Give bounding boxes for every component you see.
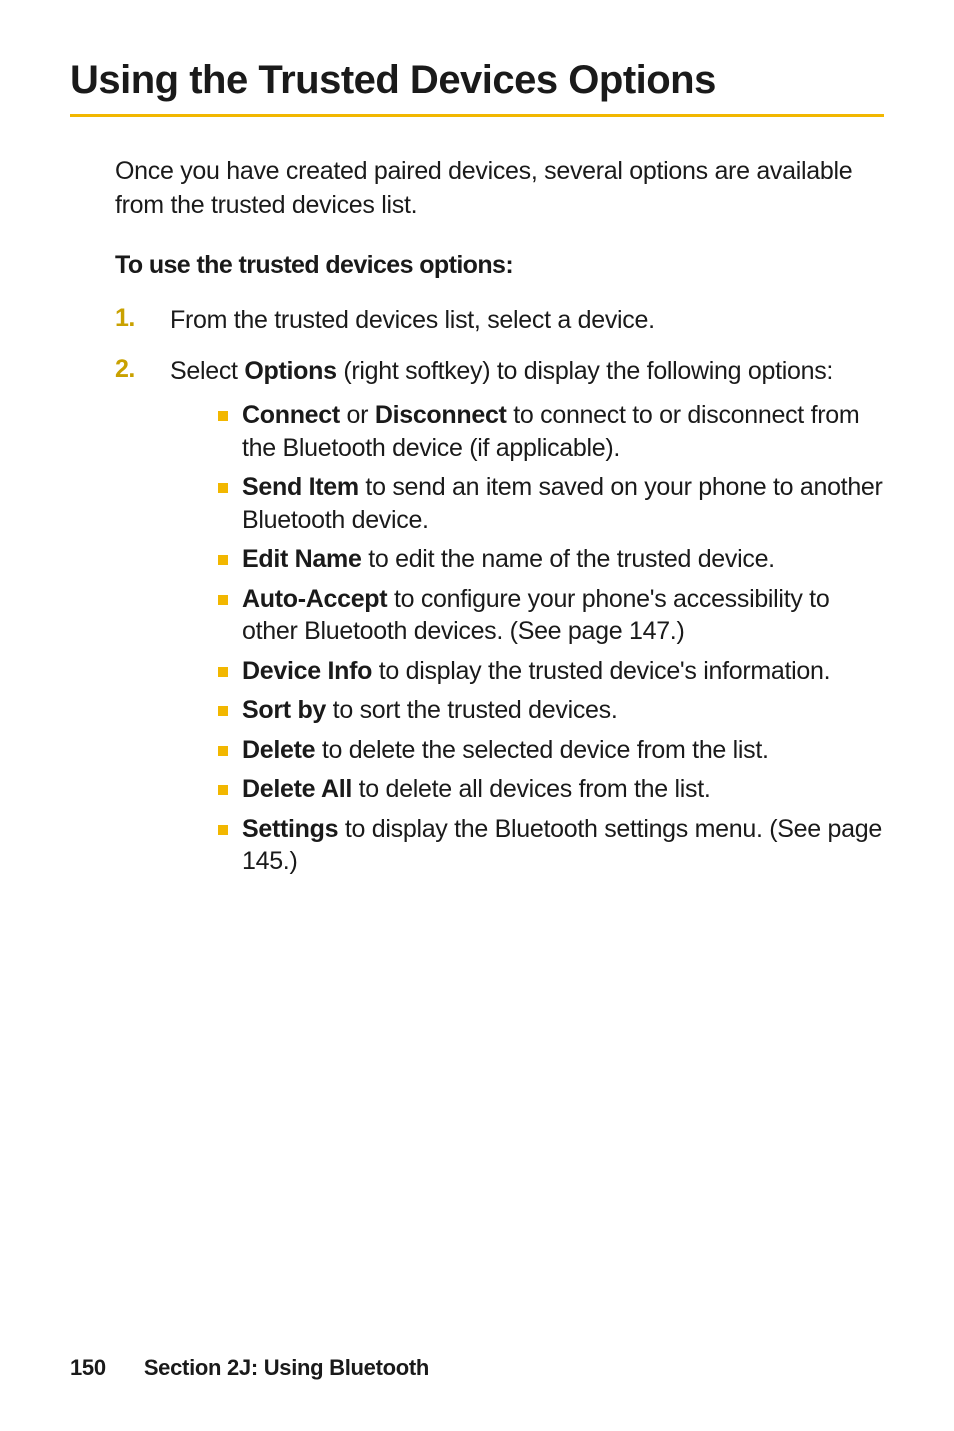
option-rest: to edit the name of the trusted device. xyxy=(362,545,775,573)
step-2-post: (right softkey) to display the following… xyxy=(337,357,833,385)
procedure-subhead: To use the trusted devices options: xyxy=(115,251,884,280)
option-bold: Settings xyxy=(242,815,338,843)
page-number: 150 xyxy=(70,1355,106,1380)
step-2: 2. Select Options (right softkey) to dis… xyxy=(115,355,884,884)
intro-paragraph: Once you have created paired devices, se… xyxy=(115,155,884,223)
option-bold: Send Item xyxy=(242,473,359,501)
step-text: From the trusted devices list, select a … xyxy=(170,304,655,338)
option-bold: Delete All xyxy=(242,775,352,803)
option-mid: or xyxy=(340,401,375,429)
option-auto-accept: Auto-Accept to configure your phone's ac… xyxy=(218,583,884,648)
step-1: 1. From the trusted devices list, select… xyxy=(115,304,884,338)
option-bold: Edit Name xyxy=(242,545,362,573)
option-bold: Sort by xyxy=(242,696,326,724)
step-number: 2. xyxy=(115,355,170,884)
option-bold-1: Connect xyxy=(242,401,340,429)
option-send-item: Send Item to send an item saved on your … xyxy=(218,471,884,536)
option-bold-2: Disconnect xyxy=(375,401,507,429)
option-rest: to delete all devices from the list. xyxy=(352,775,711,803)
option-rest: to sort the trusted devices. xyxy=(326,696,617,724)
option-bold: Device Info xyxy=(242,657,372,685)
step-text: Select Options (right softkey) to displa… xyxy=(170,355,884,884)
option-bold: Auto-Accept xyxy=(242,585,387,613)
option-edit-name: Edit Name to edit the name of the truste… xyxy=(218,543,884,576)
step-2-pre: Select xyxy=(170,357,244,385)
option-connect: Connect or Disconnect to connect to or d… xyxy=(218,399,884,464)
option-bold: Delete xyxy=(242,736,315,764)
option-rest: to display the Bluetooth settings menu. … xyxy=(242,815,882,876)
steps-list: 1. From the trusted devices list, select… xyxy=(115,304,884,885)
page-footer: 150 Section 2J: Using Bluetooth xyxy=(70,1355,429,1381)
step-number: 1. xyxy=(115,304,170,338)
step-2-bold: Options xyxy=(244,357,336,385)
option-delete-all: Delete All to delete all devices from th… xyxy=(218,773,884,806)
section-heading: Using the Trusted Devices Options xyxy=(70,58,884,102)
option-rest: to display the trusted device's informat… xyxy=(372,657,830,685)
options-list: Connect or Disconnect to connect to or d… xyxy=(218,399,884,878)
option-sort-by: Sort by to sort the trusted devices. xyxy=(218,694,884,727)
option-delete: Delete to delete the selected device fro… xyxy=(218,734,884,767)
heading-underline xyxy=(70,114,884,117)
option-device-info: Device Info to display the trusted devic… xyxy=(218,655,884,688)
section-label: Section 2J: Using Bluetooth xyxy=(144,1355,429,1380)
option-settings: Settings to display the Bluetooth settin… xyxy=(218,813,884,878)
option-rest: to delete the selected device from the l… xyxy=(315,736,768,764)
